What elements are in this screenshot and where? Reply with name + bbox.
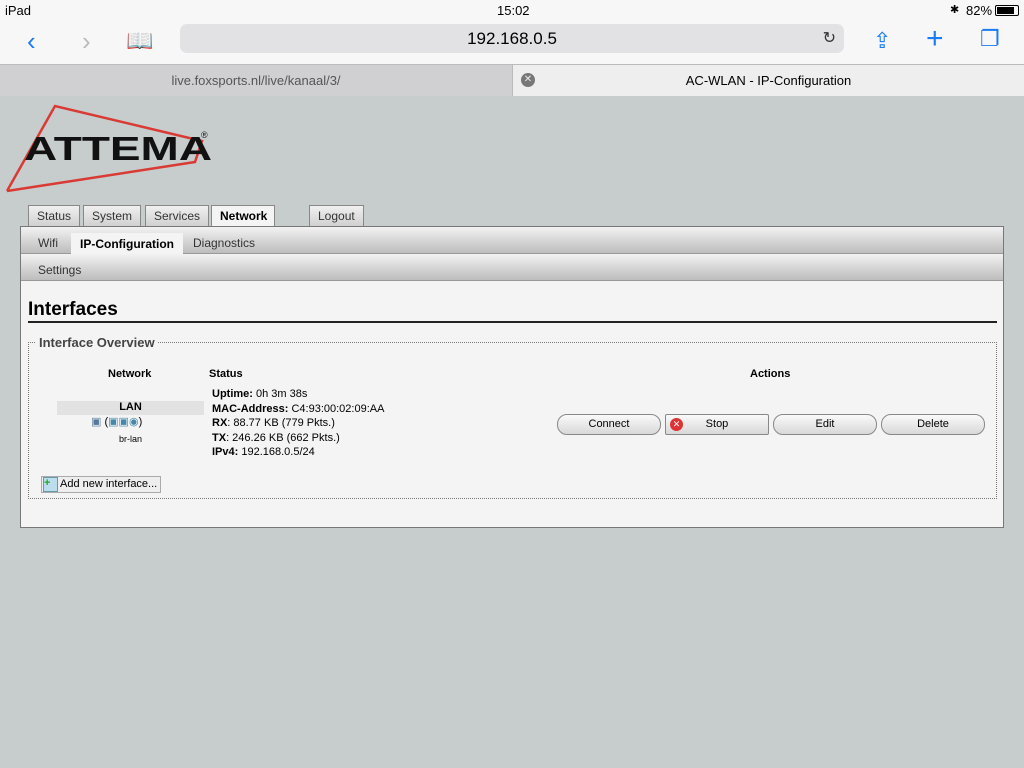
ethernet-icon: ▣	[118, 416, 129, 428]
share-icon[interactable]: ⇪	[873, 28, 891, 54]
browser-tab-bar: live.foxsports.nl/live/kanaal/3/ ✕ AC-WLA…	[0, 64, 1024, 96]
subtab-ip-configuration[interactable]: IP-Configuration	[71, 233, 183, 254]
bookmarks-icon[interactable]: 📖	[126, 28, 153, 54]
fieldset-legend: Interface Overview	[36, 335, 158, 350]
subsubnav: Settings	[21, 254, 1003, 281]
title-divider	[28, 321, 997, 323]
edit-button[interactable]: Edit	[773, 414, 877, 435]
content-panel: Wifi IP-Configuration Diagnostics Settin…	[20, 226, 1004, 528]
device-name: iPad	[5, 3, 32, 18]
wifi-icon: ◉	[128, 416, 139, 428]
browser-toolbar: ‹ › 📖 192.168.0.5 ↻ ⇪ + ❐	[0, 20, 1024, 64]
tabs-icon[interactable]: ❐	[980, 26, 1000, 52]
page-title: Interfaces	[28, 299, 118, 320]
new-tab-icon[interactable]: +	[926, 22, 944, 56]
connect-button[interactable]: Connect	[557, 414, 661, 435]
bluetooth-icon: ✱	[950, 4, 960, 16]
interface-name: LAN	[57, 401, 204, 415]
ethernet-icon: ▣	[108, 416, 119, 428]
tab-system[interactable]: System	[83, 205, 142, 227]
url-text: 192.168.0.5	[467, 29, 557, 48]
svg-text:ATTEMA: ATTEMA	[24, 130, 212, 167]
forward-icon[interactable]: ›	[82, 26, 91, 57]
tab-title: AC-WLAN - IP-Configuration	[685, 73, 852, 88]
battery-icon	[995, 5, 1019, 16]
browser-tab-active[interactable]: ✕ AC-WLAN - IP-Configuration	[512, 65, 1024, 96]
status-uptime: Uptime: 0h 3m 38s	[212, 388, 308, 400]
tab-logout[interactable]: Logout	[309, 205, 364, 227]
battery-percent: 82%	[966, 3, 993, 18]
delete-button[interactable]: Delete	[881, 414, 985, 435]
clock: 15:02	[497, 3, 530, 18]
subtab-diagnostics[interactable]: Diagnostics	[184, 232, 264, 254]
tab-services[interactable]: Services	[145, 205, 210, 227]
status-ipv4: IPv4: 192.168.0.5/24	[212, 446, 315, 458]
status-mac: MAC-Address: C4:93:00:02:09:AA	[212, 403, 385, 415]
paren: )	[138, 416, 143, 428]
stop-button[interactable]: ✕ Stop	[665, 414, 769, 435]
attema-logo: ATTEMA ®	[5, 101, 216, 193]
back-icon[interactable]: ‹	[27, 26, 36, 57]
tab-status[interactable]: Status	[28, 205, 81, 227]
add-icon: +	[43, 477, 58, 492]
browser-tab[interactable]: live.foxsports.nl/live/kanaal/3/	[0, 65, 512, 96]
header-network: Network	[108, 368, 152, 380]
add-interface-button[interactable]: + Add new interface...	[41, 476, 162, 493]
ios-status-bar: iPad 15:02 ✱ 82%	[0, 0, 1024, 20]
device-name: br-lan	[118, 434, 142, 444]
address-bar[interactable]: 192.168.0.5 ↻	[180, 24, 844, 53]
interface-icons: ▣ (▣▣◉)	[91, 415, 142, 428]
stop-icon: ✕	[670, 418, 683, 431]
header-actions: Actions	[750, 368, 791, 380]
header-status: Status	[209, 368, 243, 380]
tab-network[interactable]: Network	[211, 205, 275, 228]
svg-text:®: ®	[201, 130, 208, 140]
subtab-settings[interactable]: Settings	[29, 259, 90, 281]
reload-icon[interactable]: ↻	[823, 24, 836, 53]
close-tab-icon[interactable]: ✕	[521, 73, 535, 87]
subnav: Wifi IP-Configuration Diagnostics	[21, 227, 1003, 254]
status-tx: TX: 246.26 KB (662 Pkts.)	[212, 432, 340, 444]
bridge-icon: ▣	[91, 416, 102, 428]
status-rx: RX: 88.77 KB (779 Pkts.)	[212, 417, 335, 429]
subtab-wifi[interactable]: Wifi	[29, 232, 67, 254]
